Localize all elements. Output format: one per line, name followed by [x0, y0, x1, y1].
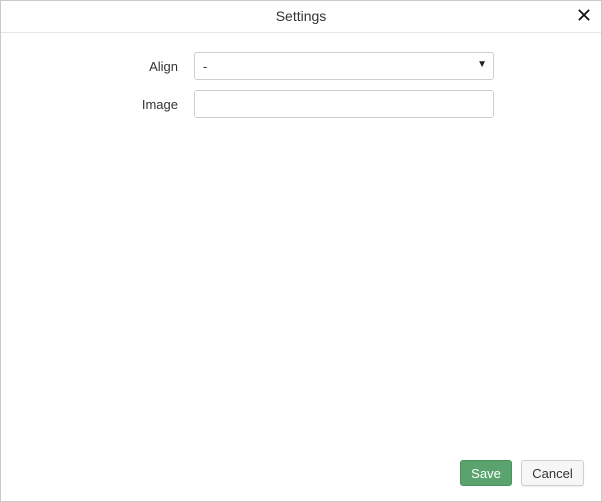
save-button[interactable]: Save — [460, 460, 512, 486]
close-icon — [578, 9, 590, 21]
caret-down-icon: ▼ — [477, 59, 487, 70]
image-input[interactable] — [195, 91, 493, 117]
align-select[interactable]: - ▼ — [194, 52, 494, 80]
dialog-title: Settings — [275, 8, 327, 24]
image-label: Image — [141, 97, 178, 112]
close-button[interactable] — [575, 6, 593, 24]
cancel-button[interactable]: Cancel — [521, 460, 584, 486]
align-select-value: - — [203, 59, 208, 74]
settings-dialog: Settings Align - ▼ Image Save Cancel — [0, 0, 602, 502]
image-row: Image — [1, 90, 601, 118]
image-field-wrapper — [194, 90, 494, 118]
dialog-titlebar: Settings — [1, 1, 601, 33]
align-label: Align — [149, 59, 178, 74]
align-row: Align - ▼ — [1, 52, 601, 80]
